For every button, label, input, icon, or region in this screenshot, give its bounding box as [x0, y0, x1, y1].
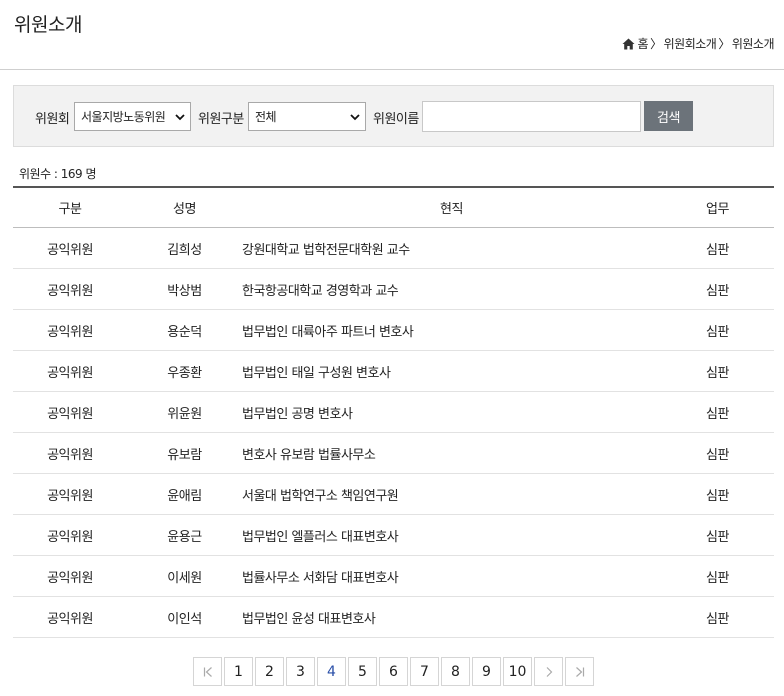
breadcrumb-committee-intro[interactable]: 위원회소개: [664, 35, 717, 52]
cell-category: 공익위원: [47, 488, 93, 504]
cell-duty: 심판: [706, 447, 729, 463]
next-page-icon: [546, 666, 552, 677]
cell-category: 공익위원: [47, 283, 93, 299]
member-name-input[interactable]: [422, 101, 641, 132]
cell-duty: 심판: [706, 242, 729, 258]
cell-duty: 심판: [706, 570, 729, 586]
committee-select-value: 서울지방노동위원: [81, 110, 166, 124]
search-button[interactable]: 검색: [644, 101, 693, 131]
chevron-down-icon: [350, 114, 360, 121]
cell-category: 공익위원: [47, 242, 93, 258]
page-button-5[interactable]: 5: [348, 657, 377, 686]
table-row: 공익위원 윤용근 법무법인 엘플러스 대표변호사 심판: [13, 515, 774, 556]
table-header: 구분 성명 현직 업무: [13, 186, 774, 228]
committee-label: 위원회: [35, 112, 70, 127]
cell-duty: 심판: [706, 488, 729, 504]
page-title: 위원소개: [14, 14, 82, 36]
header-divider: [0, 69, 784, 70]
cell-category: 공익위원: [47, 406, 93, 422]
table-row: 공익위원 용순덕 법무법인 대륙아주 파트너 변호사 심판: [13, 310, 774, 351]
breadcrumb-home[interactable]: 홈: [638, 35, 649, 52]
table-row: 공익위원 유보람 변호사 유보람 법률사무소 심판: [13, 433, 774, 474]
cell-category: 공익위원: [47, 570, 93, 586]
cell-name: 용순덕: [167, 324, 202, 340]
last-page-button[interactable]: [565, 657, 594, 686]
cell-position: 법무법인 윤성 대표변호사: [242, 611, 376, 627]
cell-category: 공익위원: [47, 529, 93, 545]
cell-name: 위윤원: [167, 406, 202, 422]
next-page-button[interactable]: [534, 657, 563, 686]
member-type-select-value: 전체: [255, 110, 277, 124]
cell-position: 법무법인 공명 변호사: [242, 406, 353, 422]
table-row: 공익위원 김희성 강원대학교 법학전문대학원 교수 심판: [13, 228, 774, 269]
table-row: 공익위원 윤애림 서울대 법학연구소 책임연구원 심판: [13, 474, 774, 515]
page-button-9[interactable]: 9: [472, 657, 501, 686]
cell-category: 공익위원: [47, 447, 93, 463]
page-button-1[interactable]: 1: [224, 657, 253, 686]
cell-duty: 심판: [706, 283, 729, 299]
breadcrumb-separator: 〉: [650, 37, 662, 51]
table-row: 공익위원 박상범 한국항공대학교 경영학과 교수 심판: [13, 269, 774, 310]
page-button-10[interactable]: 10: [503, 657, 532, 686]
table-row: 공익위원 위윤원 법무법인 공명 변호사 심판: [13, 392, 774, 433]
cell-name: 우종환: [167, 365, 202, 381]
member-count: 위원수 : 169 명: [19, 167, 97, 181]
cell-position: 법률사무소 서화담 대표변호사: [242, 570, 399, 586]
cell-duty: 심판: [706, 365, 729, 381]
breadcrumb-member-intro[interactable]: 위원소개: [732, 35, 775, 52]
cell-position: 강원대학교 법학전문대학원 교수: [242, 242, 410, 258]
page-button-3[interactable]: 3: [286, 657, 315, 686]
cell-name: 김희성: [167, 242, 202, 258]
last-page-icon: [575, 666, 584, 677]
chevron-down-icon: [175, 114, 185, 121]
home-icon[interactable]: [622, 38, 635, 50]
page-button-2[interactable]: 2: [255, 657, 284, 686]
cell-duty: 심판: [706, 324, 729, 340]
cell-category: 공익위원: [47, 611, 93, 627]
page-button-8[interactable]: 8: [441, 657, 470, 686]
cell-duty: 심판: [706, 529, 729, 545]
header-duty: 업무: [706, 202, 729, 217]
table-row: 공익위원 이인석 법무법인 윤성 대표변호사 심판: [13, 597, 774, 638]
page-button-7[interactable]: 7: [410, 657, 439, 686]
member-type-select[interactable]: 전체: [248, 102, 366, 131]
first-page-icon: [203, 666, 212, 677]
table-row: 공익위원 이세원 법률사무소 서화담 대표변호사 심판: [13, 556, 774, 597]
search-panel: 위원회 서울지방노동위원 위원구분 전체 위원이름 검색: [13, 85, 774, 147]
cell-name: 이인석: [167, 611, 202, 627]
first-page-button[interactable]: [193, 657, 222, 686]
cell-name: 유보람: [167, 447, 202, 463]
committee-select[interactable]: 서울지방노동위원: [74, 102, 191, 131]
cell-position: 법무법인 대륙아주 파트너 변호사: [242, 324, 414, 340]
breadcrumb-separator: 〉: [718, 37, 730, 51]
cell-position: 법무법인 태일 구성원 변호사: [242, 365, 391, 381]
cell-duty: 심판: [706, 611, 729, 627]
breadcrumb: 홈 〉 위원회소개 〉 위원소개: [622, 35, 775, 52]
cell-position: 한국항공대학교 경영학과 교수: [242, 283, 399, 299]
page-button-4-current[interactable]: 4: [317, 657, 346, 686]
table-row: 공익위원 우종환 법무법인 태일 구성원 변호사 심판: [13, 351, 774, 392]
cell-position: 법무법인 엘플러스 대표변호사: [242, 529, 399, 545]
header-name: 성명: [173, 202, 196, 217]
member-table: 구분 성명 현직 업무 공익위원 김희성 강원대학교 법학전문대학원 교수 심판…: [13, 186, 774, 638]
header-category: 구분: [58, 202, 82, 217]
header-position: 현직: [440, 202, 463, 217]
cell-name: 박상범: [167, 283, 202, 299]
member-type-label: 위원구분: [198, 112, 244, 127]
member-name-label: 위원이름: [373, 112, 419, 127]
cell-category: 공익위원: [47, 324, 93, 340]
page-button-6[interactable]: 6: [379, 657, 408, 686]
cell-position: 변호사 유보람 법률사무소: [242, 447, 376, 463]
cell-position: 서울대 법학연구소 책임연구원: [242, 488, 399, 504]
cell-name: 윤애림: [167, 488, 202, 504]
cell-name: 윤용근: [167, 529, 202, 545]
cell-category: 공익위원: [47, 365, 93, 381]
pagination: 1 2 3 4 5 6 7 8 9 10: [193, 657, 596, 686]
cell-duty: 심판: [706, 406, 729, 422]
cell-name: 이세원: [167, 570, 202, 586]
